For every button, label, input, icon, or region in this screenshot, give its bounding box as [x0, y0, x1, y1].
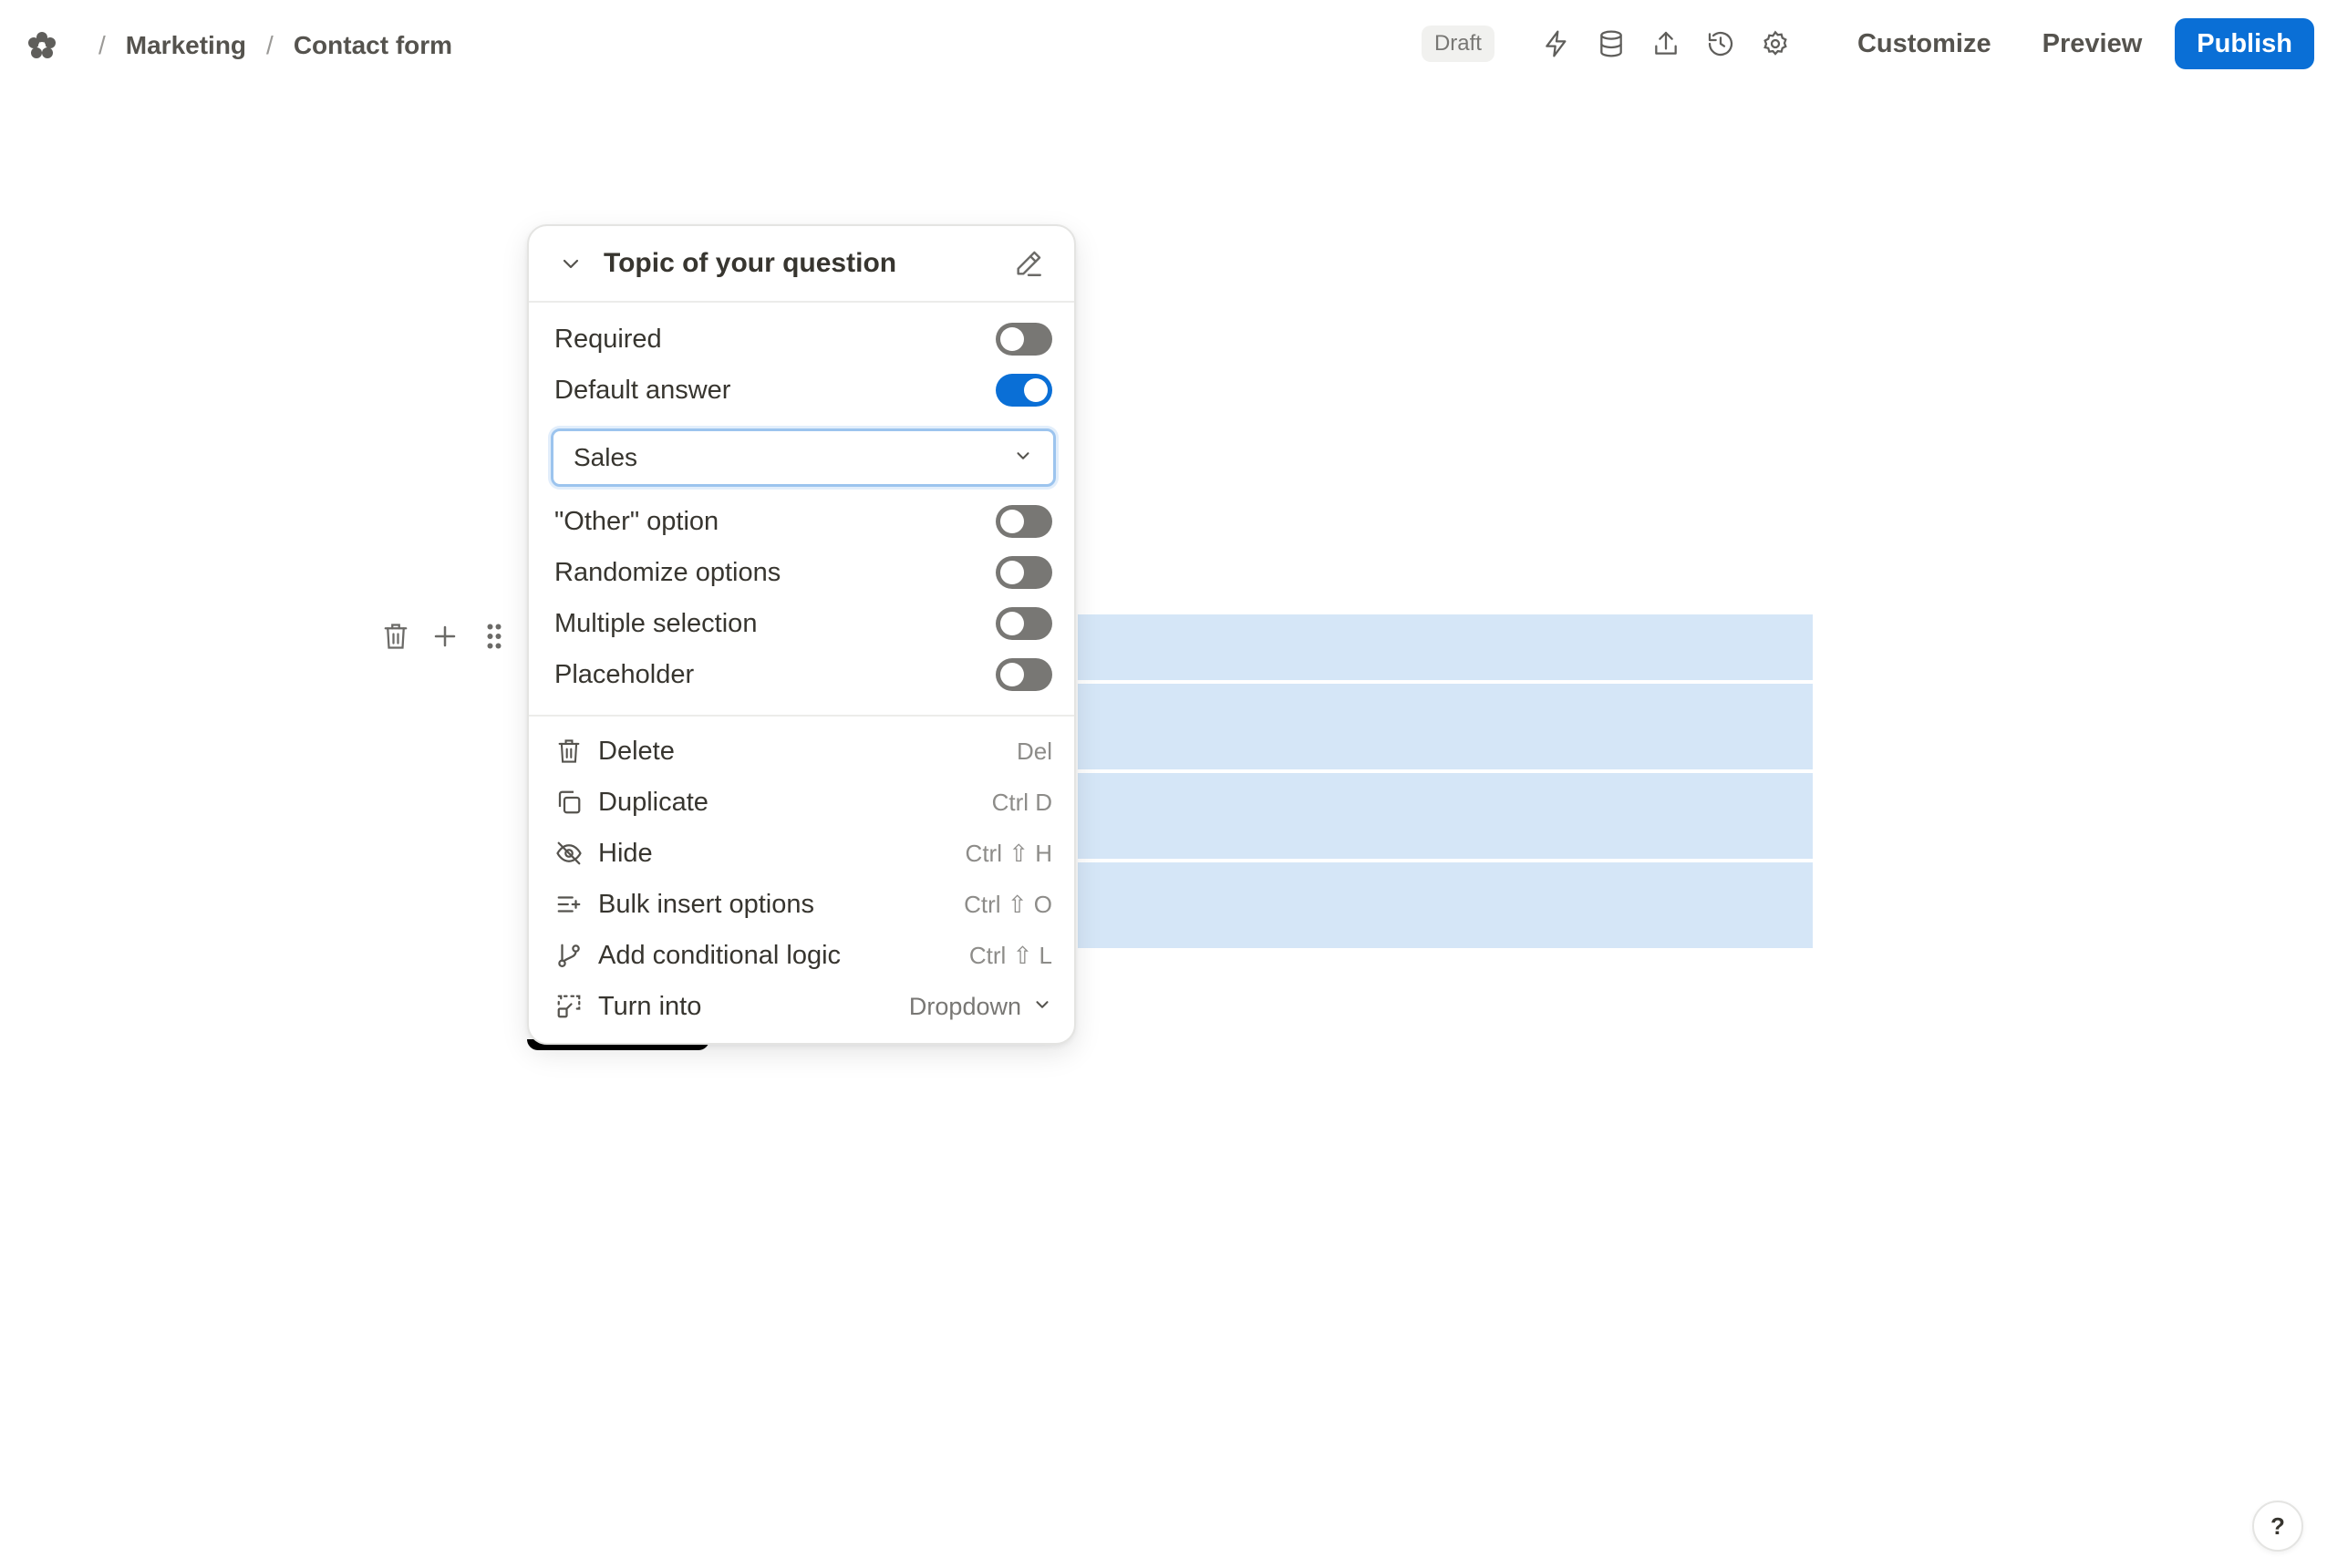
header-actions: Draft Customize Preview Publish [1421, 18, 2327, 69]
default-answer-select[interactable]: Sales [551, 428, 1056, 487]
transform-icon [554, 992, 584, 1021]
chevron-down-icon [1032, 993, 1052, 1021]
menu-label: Bulk insert options [598, 889, 814, 919]
multiple-selection-toggle[interactable] [996, 607, 1052, 640]
breadcrumb-separator: / [98, 31, 106, 59]
menu-label: Add conditional logic [598, 940, 842, 970]
menu-item-duplicate[interactable]: Duplicate Ctrl D [554, 777, 1052, 828]
branch-icon [554, 941, 584, 970]
menu-shortcut: Ctrl ⇧ L [968, 941, 1052, 969]
breadcrumb-item-marketing[interactable]: Marketing [126, 31, 246, 60]
trash-icon[interactable] [379, 616, 412, 656]
setting-label: Multiple selection [554, 608, 758, 638]
share-icon[interactable] [1644, 22, 1688, 66]
lightning-icon[interactable] [1535, 22, 1578, 66]
duplicate-icon [554, 788, 584, 817]
required-toggle[interactable] [996, 323, 1052, 356]
select-value: Sales [574, 443, 638, 471]
setting-label: Required [554, 324, 662, 354]
option-row-highlight[interactable] [1078, 614, 1813, 680]
panel-header: Topic of your question [529, 226, 1074, 303]
breadcrumb-separator: / [266, 31, 274, 59]
eye-off-icon [554, 839, 584, 868]
breadcrumb-item-contact-form[interactable]: Contact form [294, 31, 452, 60]
menu-shortcut: Del [1016, 737, 1052, 765]
menu-item-bulk-insert[interactable]: Bulk insert options Ctrl ⇧ O [554, 879, 1052, 930]
toggle-knob [1000, 612, 1024, 635]
randomize-options-toggle[interactable] [996, 556, 1052, 589]
help-button[interactable]: ? [2252, 1501, 2303, 1552]
menu-label: Delete [598, 736, 675, 766]
menu-label: Hide [598, 838, 653, 868]
panel-title: Topic of your question [604, 248, 897, 278]
pencil-icon[interactable] [1007, 242, 1050, 285]
bulk-insert-icon [554, 890, 584, 919]
option-row-highlight[interactable] [1078, 684, 1813, 769]
breadcrumb: / Marketing / Contact form [26, 26, 452, 66]
option-row-highlight[interactable] [1078, 862, 1813, 948]
turn-into-select[interactable]: Dropdown [909, 993, 1052, 1021]
option-row-highlight[interactable] [1078, 773, 1813, 859]
menu-shortcut: Ctrl ⇧ H [965, 839, 1052, 867]
menu-item-conditional-logic[interactable]: Add conditional logic Ctrl ⇧ L [554, 930, 1052, 981]
default-answer-toggle[interactable] [996, 374, 1052, 407]
preview-button[interactable]: Preview [2022, 18, 2163, 69]
block-toolbar [379, 616, 511, 656]
setting-default-answer: Default answer [554, 365, 1052, 416]
divider [529, 715, 1074, 717]
plus-icon[interactable] [429, 616, 461, 656]
placeholder-toggle[interactable] [996, 658, 1052, 691]
menu-label: Turn into [598, 991, 702, 1021]
setting-required: Required [554, 314, 1052, 365]
menu-label: Duplicate [598, 787, 708, 817]
menu-item-hide[interactable]: Hide Ctrl ⇧ H [554, 828, 1052, 879]
customize-button[interactable]: Customize [1837, 18, 2012, 69]
publish-button[interactable]: Publish [2175, 18, 2314, 69]
history-icon[interactable] [1699, 22, 1743, 66]
workspace-logo-icon[interactable] [26, 29, 58, 62]
menu-item-turn-into[interactable]: Turn into Dropdown [554, 981, 1052, 1032]
top-bar: / Marketing / Contact form Draft Customi… [0, 0, 2327, 91]
setting-label: Placeholder [554, 659, 695, 689]
toggle-knob [1000, 663, 1024, 686]
menu-shortcut: Ctrl D [991, 788, 1052, 816]
field-settings-panel: Topic of your question Required Default … [527, 224, 1076, 1045]
setting-multiple-selection: Multiple selection [554, 598, 1052, 649]
toggle-knob [1024, 378, 1048, 402]
setting-label: Default answer [554, 375, 731, 405]
chevron-down-icon[interactable] [554, 247, 587, 280]
setting-other-option: "Other" option [554, 496, 1052, 547]
drag-handle-icon[interactable] [478, 616, 511, 656]
setting-randomize-options: Randomize options [554, 547, 1052, 598]
setting-label: Randomize options [554, 557, 781, 587]
other-option-toggle[interactable] [996, 505, 1052, 538]
toggle-knob [1000, 327, 1024, 351]
toggle-knob [1000, 510, 1024, 533]
toggle-knob [1000, 561, 1024, 584]
trash-icon [554, 737, 584, 766]
setting-placeholder: Placeholder [554, 649, 1052, 700]
database-icon[interactable] [1589, 22, 1633, 66]
setting-label: "Other" option [554, 506, 719, 536]
gear-icon[interactable] [1753, 22, 1797, 66]
menu-shortcut: Ctrl ⇧ O [964, 890, 1052, 918]
chevron-down-icon [1013, 446, 1033, 470]
turn-into-value: Dropdown [908, 992, 1021, 1020]
menu-item-delete[interactable]: Delete Del [554, 726, 1052, 777]
status-badge: Draft [1421, 26, 1494, 62]
